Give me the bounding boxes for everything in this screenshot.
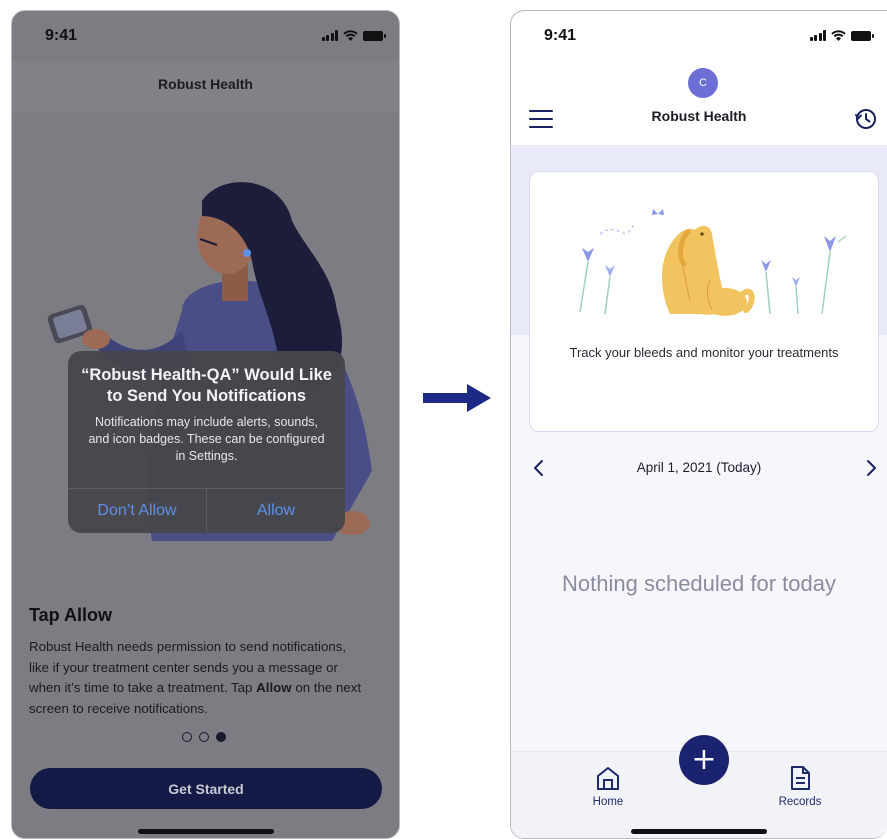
phone-left: 9:41 Robust Health “Robust Health-QA” Wo… xyxy=(11,10,400,839)
battery-icon xyxy=(363,30,386,41)
home-icon xyxy=(597,767,619,790)
phone-right: 9:41 C Robust Health Track your bleeds a… xyxy=(510,10,887,839)
status-bar: 9:41 xyxy=(511,11,887,61)
status-time: 9:41 xyxy=(544,27,577,44)
allow-button[interactable]: Allow xyxy=(207,489,345,533)
tab-label: Home xyxy=(592,796,624,808)
get-started-button[interactable]: Get Started xyxy=(30,768,382,809)
card-text: Track your bleeds and monitor your treat… xyxy=(569,345,839,360)
tab-records[interactable]: Records xyxy=(765,765,835,808)
home-indicator xyxy=(631,829,767,834)
signal-icon xyxy=(321,30,338,41)
right-arrow-icon xyxy=(423,384,491,412)
history-clock-icon[interactable] xyxy=(853,107,879,133)
status-icons xyxy=(809,30,874,41)
intro-card: Track your bleeds and monitor your treat… xyxy=(529,171,879,432)
tab-home[interactable]: Home xyxy=(573,765,643,808)
plus-icon: + xyxy=(691,742,717,777)
page-dot xyxy=(199,732,209,742)
add-button[interactable]: + xyxy=(679,735,729,785)
empty-state-message: Nothing scheduled for today xyxy=(562,571,836,596)
alert-message: Notifications may include alerts, sounds… xyxy=(88,415,325,463)
alert-title: “Robust Health-QA” Would Like to Send Yo… xyxy=(81,366,332,405)
date-label: April 1, 2021 (Today) xyxy=(636,460,762,475)
page-title: Robust Health xyxy=(651,108,747,124)
page-title: Robust Health xyxy=(158,76,253,92)
status-icons xyxy=(321,30,386,41)
onboarding-heading: Tap Allow xyxy=(29,605,112,625)
page-dot xyxy=(182,732,192,742)
status-time: 9:41 xyxy=(45,27,78,44)
description-bold: Allow xyxy=(256,680,292,695)
date-navigator: April 1, 2021 (Today) xyxy=(511,457,887,481)
dog-with-flowers-illustration xyxy=(579,209,847,316)
status-bar: 9:41 xyxy=(12,11,399,61)
avatar[interactable]: C xyxy=(688,68,718,98)
wifi-icon xyxy=(343,30,358,41)
battery-icon xyxy=(851,30,874,41)
document-icon xyxy=(791,766,810,790)
onboarding-description: Robust Health needs permission to send n… xyxy=(29,637,369,719)
wifi-icon xyxy=(831,30,846,41)
signal-icon xyxy=(809,30,826,41)
page-dot-active xyxy=(216,732,226,742)
chevron-right-icon[interactable] xyxy=(861,459,881,479)
page-indicator xyxy=(182,732,226,742)
home-indicator xyxy=(137,829,274,834)
dont-allow-button[interactable]: Don’t Allow xyxy=(68,489,206,533)
notification-permission-alert: “Robust Health-QA” Would Like to Send Yo… xyxy=(68,351,345,533)
tab-label: Records xyxy=(778,796,822,808)
